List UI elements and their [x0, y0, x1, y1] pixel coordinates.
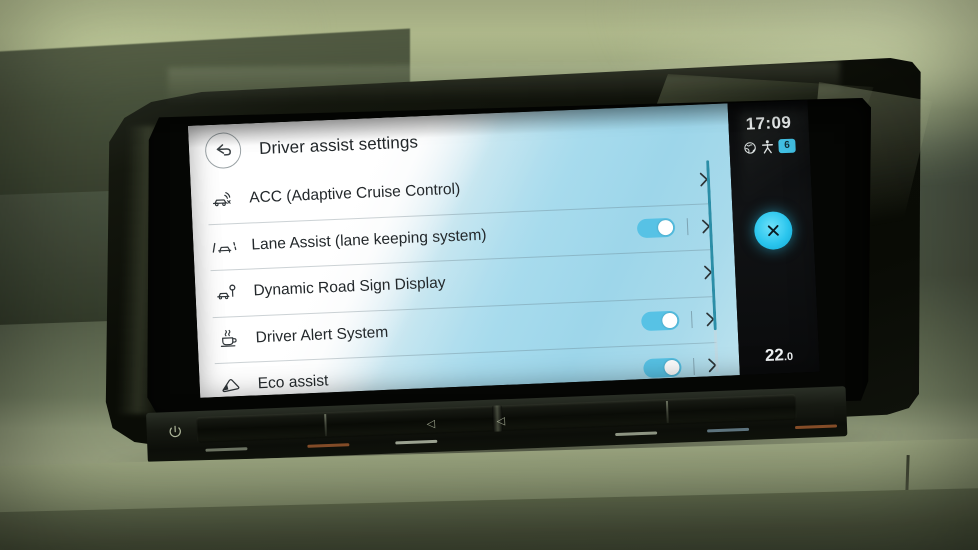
list-item-controls — [643, 356, 720, 378]
marker-left[interactable]: ◁ — [426, 417, 435, 430]
led-indicator-2 — [307, 443, 350, 448]
eco-leaf-icon — [217, 374, 244, 397]
list-item-label: Dynamic Road Sign Display — [253, 274, 446, 300]
status-column-gloss — [739, 107, 817, 207]
back-button[interactable] — [204, 131, 242, 170]
row-divider — [686, 218, 689, 236]
toggle-switch[interactable] — [643, 357, 682, 378]
list-item-controls — [636, 216, 714, 239]
toggle-knob — [664, 359, 680, 376]
marker-right[interactable]: ◁ — [496, 414, 505, 427]
temperature-value: 22 — [764, 345, 785, 366]
list-item-label: Driver Alert System — [255, 323, 389, 347]
road-sign-icon — [213, 281, 240, 304]
row-divider — [690, 311, 693, 329]
page-title: Driver assist settings — [258, 132, 419, 159]
led-indicator-3 — [395, 439, 438, 445]
coffee-cup-icon — [215, 328, 242, 351]
list-item-label: ACC (Adaptive Cruise Control) — [248, 180, 461, 207]
back-arrow-icon — [216, 144, 231, 156]
power-button-icon[interactable] — [166, 424, 184, 447]
led-indicator-4 — [615, 431, 658, 437]
row-divider — [693, 357, 695, 375]
temperature-display[interactable]: 22.0 — [739, 344, 820, 367]
slider-notch-right — [665, 400, 669, 424]
close-button[interactable] — [753, 210, 794, 251]
led-indicator-6 — [794, 424, 838, 430]
close-x-icon — [767, 225, 779, 237]
led-indicator-5 — [707, 427, 750, 433]
list-item-controls — [640, 309, 718, 332]
slider-notch-left — [324, 414, 328, 437]
toggle-knob — [657, 220, 674, 236]
infotainment-photo: Driver assist settings ACC (Adaptive Cru… — [0, 0, 978, 550]
toggle-switch[interactable] — [636, 217, 676, 239]
adaptive-cruise-control-icon — [209, 188, 236, 211]
lane-assist-icon — [211, 235, 238, 258]
list-item-label: Lane Assist (lane keeping system) — [251, 226, 487, 254]
led-indicator-1 — [205, 447, 248, 452]
temperature-decimal: .0 — [783, 350, 794, 364]
ui-panel: Driver assist settings ACC (Adaptive Cru… — [188, 103, 740, 398]
toggle-knob — [661, 312, 678, 329]
toggle-switch[interactable] — [640, 310, 680, 332]
lcd-display: Driver assist settings ACC (Adaptive Cru… — [188, 100, 820, 398]
settings-list: ACC (Adaptive Cruise Control) Lane Assis… — [190, 155, 740, 397]
